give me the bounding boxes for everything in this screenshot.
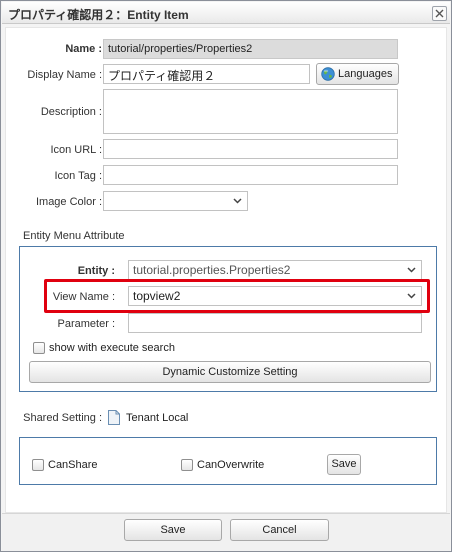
shared-save-button[interactable]: Save (327, 454, 361, 475)
can-share-label: CanShare (48, 459, 98, 471)
execute-search-label: show with execute search (49, 342, 175, 354)
entity-label: Entity : (77, 265, 115, 277)
image-color-select[interactable] (103, 191, 248, 211)
can-share-checkbox[interactable] (32, 459, 44, 471)
entity-menu-panel: Entity : tutorial.properties.Properties2… (19, 246, 437, 392)
name-label: Name : (65, 43, 102, 55)
dialog-titlebar[interactable]: プロパティ確認用２：Entity Item (2, 2, 450, 24)
entity-select-value: tutorial.properties.Properties2 (133, 263, 291, 277)
document-icon (108, 410, 120, 425)
display-name-label: Display Name : (27, 69, 102, 81)
save-button[interactable]: Save (124, 519, 222, 541)
languages-button-label: Languages (338, 68, 393, 80)
can-overwrite-label: CanOverwrite (197, 459, 265, 471)
icon-url-input[interactable] (103, 139, 398, 159)
dialog-content: Name : tutorial/properties/Properties2 D… (5, 27, 447, 513)
description-textarea[interactable] (103, 89, 398, 134)
globe-icon (321, 67, 335, 81)
cancel-button[interactable]: Cancel (230, 519, 329, 541)
entity-menu-section-title: Entity Menu Attribute (23, 230, 125, 242)
shared-setting-panel: CanShare CanOverwrite Save (19, 437, 437, 485)
dynamic-customize-setting-button[interactable]: Dynamic Customize Setting (29, 361, 431, 383)
parameter-input[interactable] (128, 313, 422, 333)
chevron-down-icon (407, 267, 416, 273)
entity-item-dialog: プロパティ確認用２：Entity Item Name : tutorial/pr… (0, 0, 452, 552)
shared-setting-value: Tenant Local (126, 412, 189, 424)
icon-url-label: Icon URL : (50, 144, 102, 156)
close-icon (435, 9, 444, 18)
description-label: Description : (40, 106, 102, 118)
icon-tag-input[interactable] (103, 165, 398, 185)
dialog-title: プロパティ確認用２：Entity Item (8, 8, 189, 22)
icon-tag-label: Icon Tag : (54, 170, 103, 182)
image-color-label: Image Color : (35, 196, 102, 208)
chevron-down-icon (233, 198, 242, 204)
execute-search-checkbox[interactable] (33, 342, 45, 354)
parameter-label: Parameter : (57, 318, 115, 330)
shared-setting-label: Shared Setting : (23, 412, 102, 424)
languages-button[interactable]: Languages (316, 63, 399, 85)
name-field: tutorial/properties/Properties2 (103, 39, 398, 59)
view-name-highlight (44, 279, 430, 313)
can-overwrite-checkbox[interactable] (181, 459, 193, 471)
entity-select[interactable]: tutorial.properties.Properties2 (128, 260, 422, 280)
close-button[interactable] (432, 6, 447, 21)
display-name-input[interactable]: プロパティ確認用２ (103, 64, 310, 84)
dialog-footer: Save Cancel (2, 513, 450, 551)
